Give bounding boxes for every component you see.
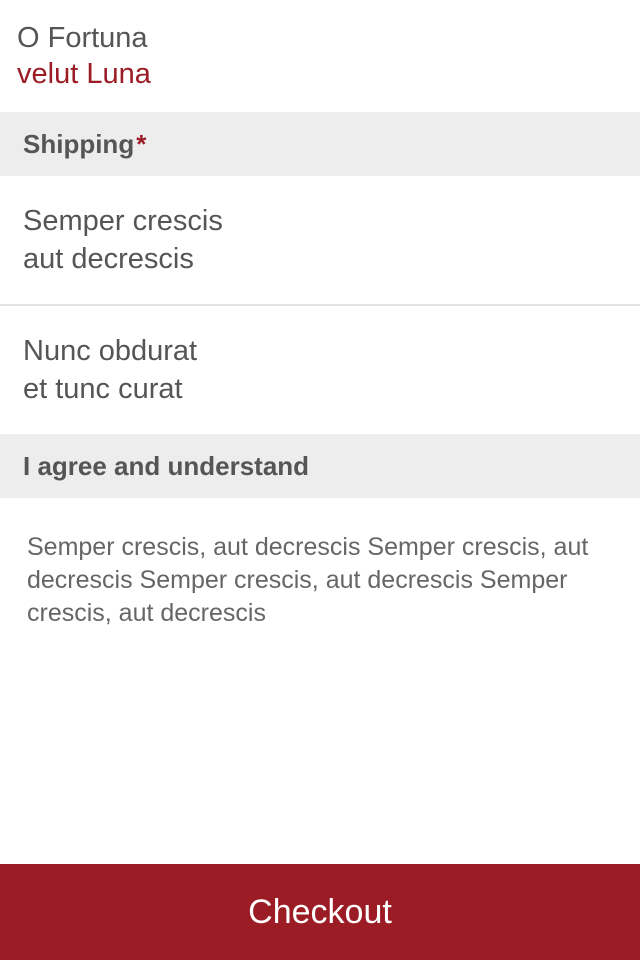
agreement-section-header: I agree and understand [0,434,640,498]
shipping-option-2-line-1: Nunc obdurat [23,335,198,367]
agreement-text: Semper crescis, aut decrescis Semper cre… [27,533,589,627]
shipping-option-2-line-2: et tunc curat [23,373,183,405]
shipping-option-1-line-1: Semper crescis [23,205,223,237]
shipping-section-header: Shipping * [0,112,640,176]
shipping-option-2[interactable]: Nunc obdurat et tunc curat [0,306,640,434]
checkout-screen: O Fortuna velut Luna Shipping * Semper cr… [0,0,640,960]
page-title: O Fortuna [17,22,148,54]
required-asterisk: * [136,128,147,159]
shipping-section-label: Shipping [23,128,135,159]
header: O Fortuna velut Luna [0,0,640,112]
shipping-option-1-line-2: aut decrescis [23,243,194,275]
page-subtitle: velut Luna [17,58,151,90]
shipping-option-1[interactable]: Semper crescis aut decrescis [0,176,640,304]
agreement-section-label: I agree and understand [23,450,310,481]
checkout-button[interactable]: Checkout [0,864,640,960]
